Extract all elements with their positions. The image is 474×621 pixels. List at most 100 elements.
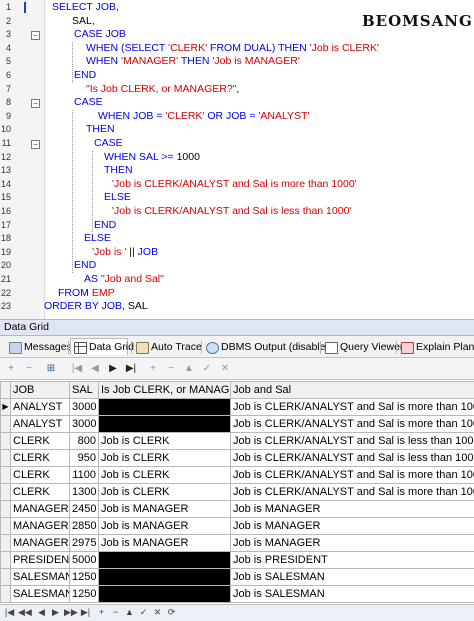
cell-sal[interactable]: 1250	[69, 585, 99, 603]
cell-job-and-sal[interactable]: Job is MANAGER	[230, 534, 474, 552]
table-row[interactable]: ANALYST 3000 Job is CLERK/ANALYST and Sal …	[0, 415, 474, 433]
table-row[interactable]: MANAGER 2450 Job is MANAGER Job is MANAGER	[0, 500, 474, 518]
fold-toggle-icon[interactable]: −	[31, 99, 40, 109]
row-indicator[interactable]	[0, 466, 11, 484]
cell-sal[interactable]: 1250	[69, 568, 99, 586]
next-record-icon[interactable]: ▶	[106, 362, 120, 376]
cell-job[interactable]: PRESIDENT	[10, 551, 70, 569]
add-icon[interactable]: +	[96, 607, 107, 618]
cell-is-job-clerk-or-manager[interactable]: Job is MANAGER	[98, 500, 231, 518]
tab-dbms-output[interactable]: DBMS Output (disabled)	[203, 339, 335, 356]
column-header-job-and-sal[interactable]: Job and Sal	[230, 381, 474, 399]
cell-job-and-sal[interactable]: Job is CLERK/ANALYST and Sal is more tha…	[230, 466, 474, 484]
row-indicator[interactable]	[0, 568, 11, 586]
row-indicator[interactable]	[0, 415, 11, 433]
last-page-icon[interactable]: ▶|	[80, 607, 91, 618]
fold-toggle-icon[interactable]: −	[31, 31, 40, 41]
row-indicator[interactable]: ▶	[0, 398, 11, 416]
delete-record-icon[interactable]: −	[164, 362, 178, 376]
tab-explain-plan[interactable]: Explain Plan	[398, 339, 474, 356]
tab-auto-trace[interactable]: Auto Trace	[133, 339, 202, 356]
grid-options-icon[interactable]: ⊞	[44, 362, 58, 376]
table-row[interactable]: MANAGER 2850 Job is MANAGER Job is MANAGER	[0, 517, 474, 535]
cell-sal[interactable]: 2975	[69, 534, 99, 552]
cell-job[interactable]: MANAGER	[10, 500, 70, 518]
cell-sal[interactable]: 3000	[69, 398, 99, 416]
tab-data-grid[interactable]: Data Grid	[70, 338, 134, 355]
cell-sal[interactable]: 2850	[69, 517, 99, 535]
row-indicator[interactable]	[0, 517, 11, 535]
cell-job[interactable]: SALESMAN	[10, 585, 70, 603]
cell-job[interactable]: CLERK	[10, 466, 70, 484]
results-grid[interactable]: JOB SAL Is Job CLERK, or MANAGER? Job an…	[0, 381, 474, 603]
row-indicator[interactable]	[0, 449, 11, 467]
column-header-sal[interactable]: SAL	[69, 381, 99, 399]
tab-query-viewer[interactable]: Query Viewer	[322, 339, 403, 356]
cell-job[interactable]: ANALYST	[10, 415, 70, 433]
cell-sal[interactable]: 950	[69, 449, 99, 467]
cell-redacted[interactable]	[98, 398, 231, 416]
cell-is-job-clerk-or-manager[interactable]: Job is MANAGER	[98, 534, 231, 552]
edit-record-icon[interactable]: ▲	[182, 362, 196, 376]
cell-redacted[interactable]	[98, 568, 231, 586]
cell-is-job-clerk-or-manager[interactable]: Job is MANAGER	[98, 517, 231, 535]
prior-record-icon[interactable]: ◀	[88, 362, 102, 376]
cell-job-and-sal[interactable]: Job is PRESIDENT	[230, 551, 474, 569]
cancel-edit-icon[interactable]: ✕	[218, 362, 232, 376]
check-icon[interactable]: ✓	[138, 607, 149, 618]
cell-sal[interactable]: 2450	[69, 500, 99, 518]
prev-page-icon[interactable]: ◀◀	[18, 607, 32, 618]
table-row[interactable]: CLERK 1100 Job is CLERK Job is CLERK/ANALYS…	[0, 466, 474, 484]
cell-job-and-sal[interactable]: Job is CLERK/ANALYST and Sal is more tha…	[230, 398, 474, 416]
last-record-icon[interactable]: ▶|	[124, 362, 138, 376]
table-row[interactable]: CLERK 1300 Job is CLERK Job is CLERK/ANALYS…	[0, 483, 474, 501]
cell-is-job-clerk-or-manager[interactable]: Job is CLERK	[98, 483, 231, 501]
cell-sal[interactable]: 800	[69, 432, 99, 450]
cell-job[interactable]: CLERK	[10, 483, 70, 501]
sql-editor[interactable]: SELECT JOB, SAL, CASE JOB WHEN (SELECT 'CLE…	[0, 0, 474, 319]
table-row[interactable]: PRESIDENT5000 Job is PRESIDENT	[0, 551, 474, 569]
cell-job-and-sal[interactable]: Job is MANAGER	[230, 500, 474, 518]
table-row[interactable]: CLERK 800 Job is CLERK Job is CLERK/ANALYST…	[0, 432, 474, 450]
cell-job[interactable]: SALESMAN	[10, 568, 70, 586]
refresh-icon[interactable]: ⟳	[166, 607, 177, 618]
row-indicator[interactable]	[0, 432, 11, 450]
remove-icon[interactable]: −	[110, 607, 121, 618]
cell-job-and-sal[interactable]: Job is SALESMAN	[230, 568, 474, 586]
table-row[interactable]: MANAGER 2975 Job is MANAGER Job is MANAGER	[0, 534, 474, 552]
post-edit-icon[interactable]: ✓	[200, 362, 214, 376]
tab-messages[interactable]: Messages	[6, 339, 72, 356]
row-indicator[interactable]	[0, 585, 11, 603]
cell-is-job-clerk-or-manager[interactable]: Job is CLERK	[98, 432, 231, 450]
cell-job[interactable]: MANAGER	[10, 517, 70, 535]
cell-job[interactable]: ANALYST	[10, 398, 70, 416]
delete-row-icon[interactable]: −	[22, 362, 36, 376]
table-row[interactable]: CLERK 950 Job is CLERK Job is CLERK/ANALYST…	[0, 449, 474, 467]
row-indicator[interactable]	[0, 534, 11, 552]
cell-job[interactable]: CLERK	[10, 432, 70, 450]
next-icon[interactable]: ▶	[50, 607, 61, 618]
cell-redacted[interactable]	[98, 415, 231, 433]
cell-is-job-clerk-or-manager[interactable]: Job is CLERK	[98, 466, 231, 484]
table-row[interactable]: SALESMAN 1250 Job is SALESMAN	[0, 568, 474, 586]
prev-icon[interactable]: ◀	[36, 607, 47, 618]
cell-sal[interactable]: 5000	[69, 551, 99, 569]
table-row[interactable]: ▶ ANALYST 3000 Job is CLERK/ANALYST and Sal…	[0, 398, 474, 416]
table-row[interactable]: SALESMAN 1250 Job is SALESMAN	[0, 585, 474, 603]
column-header-job[interactable]: JOB	[10, 381, 70, 399]
cell-redacted[interactable]	[98, 551, 231, 569]
cross-icon[interactable]: ✕	[152, 607, 163, 618]
row-indicator[interactable]	[0, 551, 11, 569]
fold-toggle-icon[interactable]: −	[31, 140, 40, 149]
up-icon[interactable]: ▲	[124, 607, 135, 618]
cell-job-and-sal[interactable]: Job is CLERK/ANALYST and Sal is more tha…	[230, 483, 474, 501]
column-header-is-job-clerk-or-manager[interactable]: Is Job CLERK, or MANAGER?	[98, 381, 231, 399]
cell-job-and-sal[interactable]: Job is CLERK/ANALYST and Sal is less tha…	[230, 449, 474, 467]
cell-sal[interactable]: 1300	[69, 483, 99, 501]
cell-redacted[interactable]	[98, 585, 231, 603]
cell-job-and-sal[interactable]: Job is MANAGER	[230, 517, 474, 535]
cell-job-and-sal[interactable]: Job is SALESMAN	[230, 585, 474, 603]
row-indicator[interactable]	[0, 483, 11, 501]
insert-record-icon[interactable]: +	[146, 362, 160, 376]
cell-is-job-clerk-or-manager[interactable]: Job is CLERK	[98, 449, 231, 467]
